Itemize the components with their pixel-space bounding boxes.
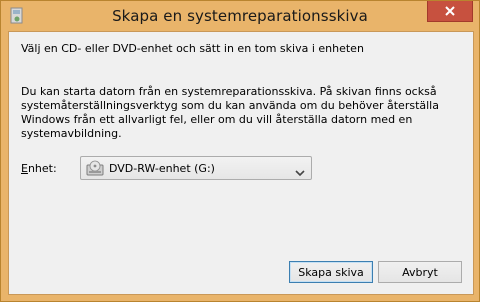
- create-disc-button[interactable]: Skapa skiva: [289, 261, 373, 283]
- close-button[interactable]: [427, 1, 473, 22]
- window-title: Skapa en systemreparationsskiva: [112, 7, 368, 25]
- instruction-text: Välj en CD- eller DVD-enhet och sätt in …: [21, 42, 364, 55]
- drive-select[interactable]: DVD-RW-enhet (G:): [80, 156, 312, 180]
- drive-label: Enhet:: [21, 162, 57, 175]
- chevron-down-icon: [295, 163, 305, 177]
- dialog-content: Välj en CD- eller DVD-enhet och sätt in …: [8, 31, 474, 295]
- dvd-drive-icon: [86, 160, 104, 178]
- dialog-window: Skapa en systemreparationsskiva Välj en …: [0, 0, 480, 302]
- title-bar[interactable]: Skapa en systemreparationsskiva: [1, 1, 479, 31]
- description-text: Du kan starta datorn från en systemrepar…: [21, 85, 439, 140]
- cancel-button[interactable]: Avbryt: [378, 261, 462, 283]
- close-icon: [444, 2, 456, 21]
- drive-select-value: DVD-RW-enhet (G:): [109, 162, 215, 175]
